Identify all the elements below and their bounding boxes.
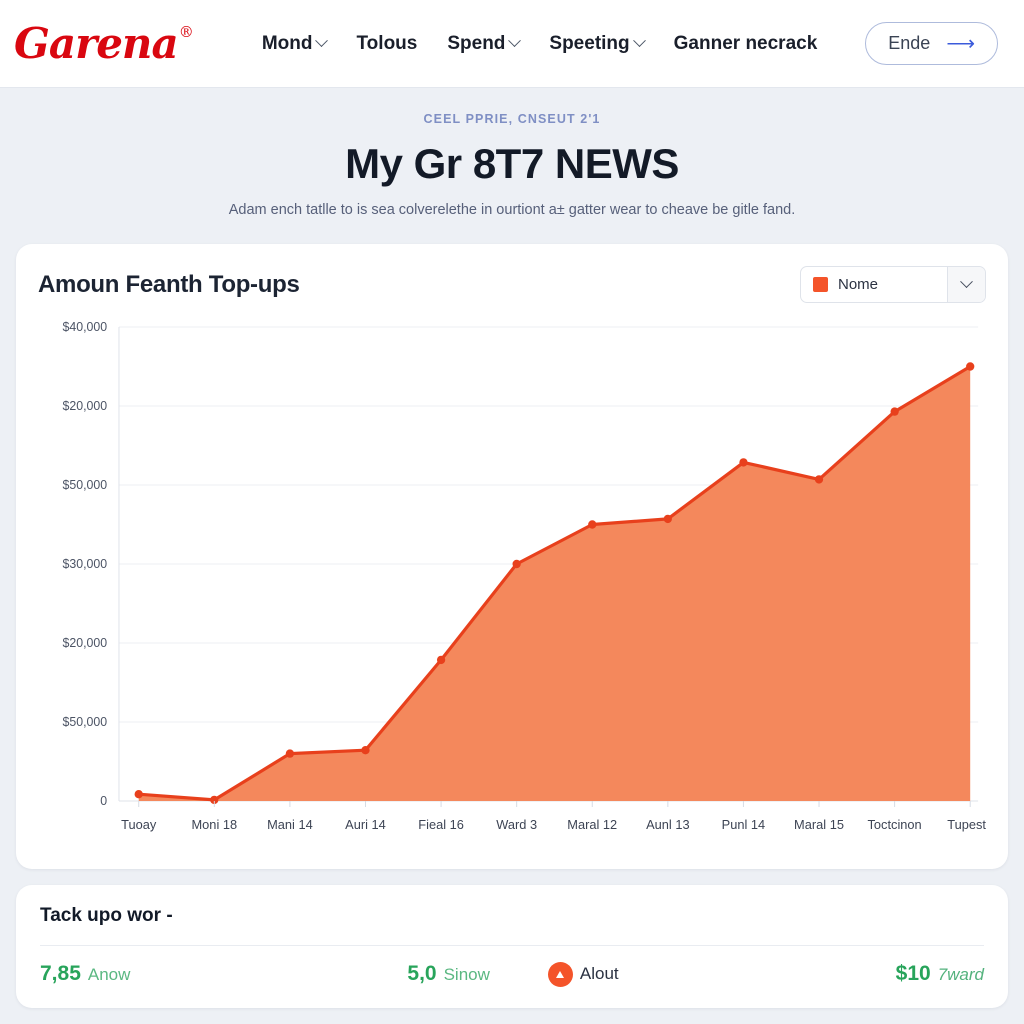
series-select-value: Nome xyxy=(801,267,947,302)
status-badge[interactable]: Alout xyxy=(549,963,619,985)
stat-item-reward: $10 7ward xyxy=(896,962,984,986)
x-axis-tick-label: Tupesth xyxy=(947,817,986,832)
stats-row: 7,85 Anow 5,0 Sinow Alout $10 7ward xyxy=(40,962,984,986)
stat-value: 5,0 xyxy=(407,962,437,985)
data-point-marker[interactable] xyxy=(134,790,143,799)
x-axis-tick-labels: Tuoay Moni 18 Mani 14 Auri 14 Fieal 16 Ward 3… xyxy=(121,801,986,832)
data-point-marker[interactable] xyxy=(361,746,370,755)
gear-icon xyxy=(549,963,571,985)
data-point-marker[interactable] xyxy=(663,514,672,524)
y-axis-tick-label: 0 xyxy=(100,794,107,808)
stat-value: $10 xyxy=(895,962,931,985)
chevron-down-icon xyxy=(508,34,522,48)
x-axis-tick-label: Aunl 13 xyxy=(646,817,690,832)
nav-item-ganner-necrack[interactable]: Ganner necrack xyxy=(674,33,818,55)
x-axis-tick-label: Maral 12 xyxy=(567,817,617,832)
area-chart: $40,000 $20,000 $50,000 $30,000 $20,000 $50,0… xyxy=(38,319,986,859)
stat-item-sinow: 5,0 Sinow xyxy=(407,962,490,986)
ende-cta-button[interactable]: Ende ⟶ xyxy=(865,22,998,65)
y-axis-tick-label: $40,000 xyxy=(63,320,108,334)
nav-item-speeting[interactable]: Speeting xyxy=(549,32,646,55)
nav-item-spend[interactable]: Spend xyxy=(447,32,522,55)
data-point-marker[interactable] xyxy=(588,520,597,529)
page-title: My Gr 8T7 NEWS xyxy=(345,140,679,187)
y-axis-tick-labels: $40,000 $20,000 $50,000 $30,000 $20,000 $50,0… xyxy=(63,320,108,808)
data-point-marker[interactable] xyxy=(285,749,295,758)
x-axis-tick-label: Tuoay xyxy=(121,817,157,832)
stats-card: Tack upo wor - 7,85 Anow 5,0 Sinow Alout… xyxy=(16,885,1008,1008)
x-axis-tick-label: Mani 14 xyxy=(267,817,313,832)
nav-links: Mond Tolous Spend Speeting Ganner necrac… xyxy=(262,22,998,65)
y-axis-tick-label: $20,000 xyxy=(63,399,108,413)
page-root: Garena ® Mond Tolous Spend Speeting Gann… xyxy=(0,0,1024,1024)
y-axis-tick-label: $20,000 xyxy=(63,636,108,650)
hero-eyebrow: CEEL PPRIE, CNSEUT 2'1 xyxy=(423,112,601,126)
registered-trademark-icon: ® xyxy=(178,22,194,41)
chevron-down-icon xyxy=(960,275,973,289)
hero-subtitle: Adam ench tatlle to is sea colverelethe … xyxy=(228,202,796,218)
data-point-marker[interactable] xyxy=(966,362,975,371)
nav-item-label: Ganner necrack xyxy=(673,32,818,54)
nav-item-label: Spend xyxy=(447,32,506,54)
series-select-dropdown[interactable]: Nome xyxy=(800,266,986,303)
area-fill-path xyxy=(138,366,971,801)
status-badge-label: Alout xyxy=(579,964,619,983)
stat-unit: 7ward xyxy=(937,965,984,984)
nav-item-label: Speeting xyxy=(549,32,630,54)
x-axis-tick-label: Ward 3 xyxy=(496,817,537,832)
nav-item-label: Mond xyxy=(261,32,313,54)
stats-middle-group: 5,0 Sinow Alout xyxy=(407,962,618,986)
y-axis-tick-label: $30,000 xyxy=(63,557,108,571)
x-axis-tick-label: Moni 18 xyxy=(191,817,237,832)
data-point-marker[interactable] xyxy=(739,458,748,467)
data-point-marker[interactable] xyxy=(512,559,521,569)
chart-title: Amoun Feanth Top-ups xyxy=(38,270,300,298)
legend-swatch-icon xyxy=(813,277,828,292)
stat-unit: Anow xyxy=(87,965,131,984)
x-axis-tick-label: Fieal 16 xyxy=(418,817,464,832)
nav-item-label: Tolous xyxy=(356,32,418,54)
chart-card: Amoun Feanth Top-ups Nome $40,000 $20,000… xyxy=(16,244,1008,869)
data-point-marker[interactable] xyxy=(890,407,899,416)
arrow-right-icon: ⟶ xyxy=(946,32,975,55)
nav-item-mond[interactable]: Mond xyxy=(261,32,329,55)
stats-card-title: Tack upo wor - xyxy=(40,905,173,926)
hero-section: CEEL PPRIE, CNSEUT 2'1 My Gr 8T7 NEWS Ad… xyxy=(0,88,1024,228)
series-select-label: Nome xyxy=(838,276,879,293)
stat-unit: Sinow xyxy=(443,965,490,984)
chart-svg: $40,000 $20,000 $50,000 $30,000 $20,000 $50,0… xyxy=(63,320,986,832)
series-select-caret[interactable] xyxy=(947,267,985,302)
stat-item-anow: 7,85 Anow xyxy=(40,962,130,986)
chart-card-header: Amoun Feanth Top-ups Nome xyxy=(38,266,986,303)
top-navigation-bar: Garena ® Mond Tolous Spend Speeting Gann… xyxy=(0,0,1024,88)
x-axis-tick-label: Toctcinon xyxy=(868,817,922,832)
data-point-marker[interactable] xyxy=(436,655,446,665)
data-point-marker[interactable] xyxy=(814,475,824,484)
x-axis-tick-label: Maral 15 xyxy=(794,817,844,832)
chevron-down-icon xyxy=(632,34,646,48)
stat-value: 7,85 xyxy=(40,962,81,985)
garena-logo[interactable]: Garena ® xyxy=(14,18,194,68)
y-axis-tick-label: $50,000 xyxy=(63,715,108,729)
x-axis-tick-label: Auri 14 xyxy=(345,817,386,832)
nav-item-tolous[interactable]: Tolous xyxy=(356,33,417,55)
brand-wordmark: Garena xyxy=(14,18,179,68)
y-axis-tick-label: $50,000 xyxy=(63,478,108,492)
divider xyxy=(40,945,984,946)
cta-label: Ende xyxy=(888,33,931,53)
x-axis-tick-label: Punl 14 xyxy=(722,817,766,832)
chevron-down-icon xyxy=(315,34,329,48)
